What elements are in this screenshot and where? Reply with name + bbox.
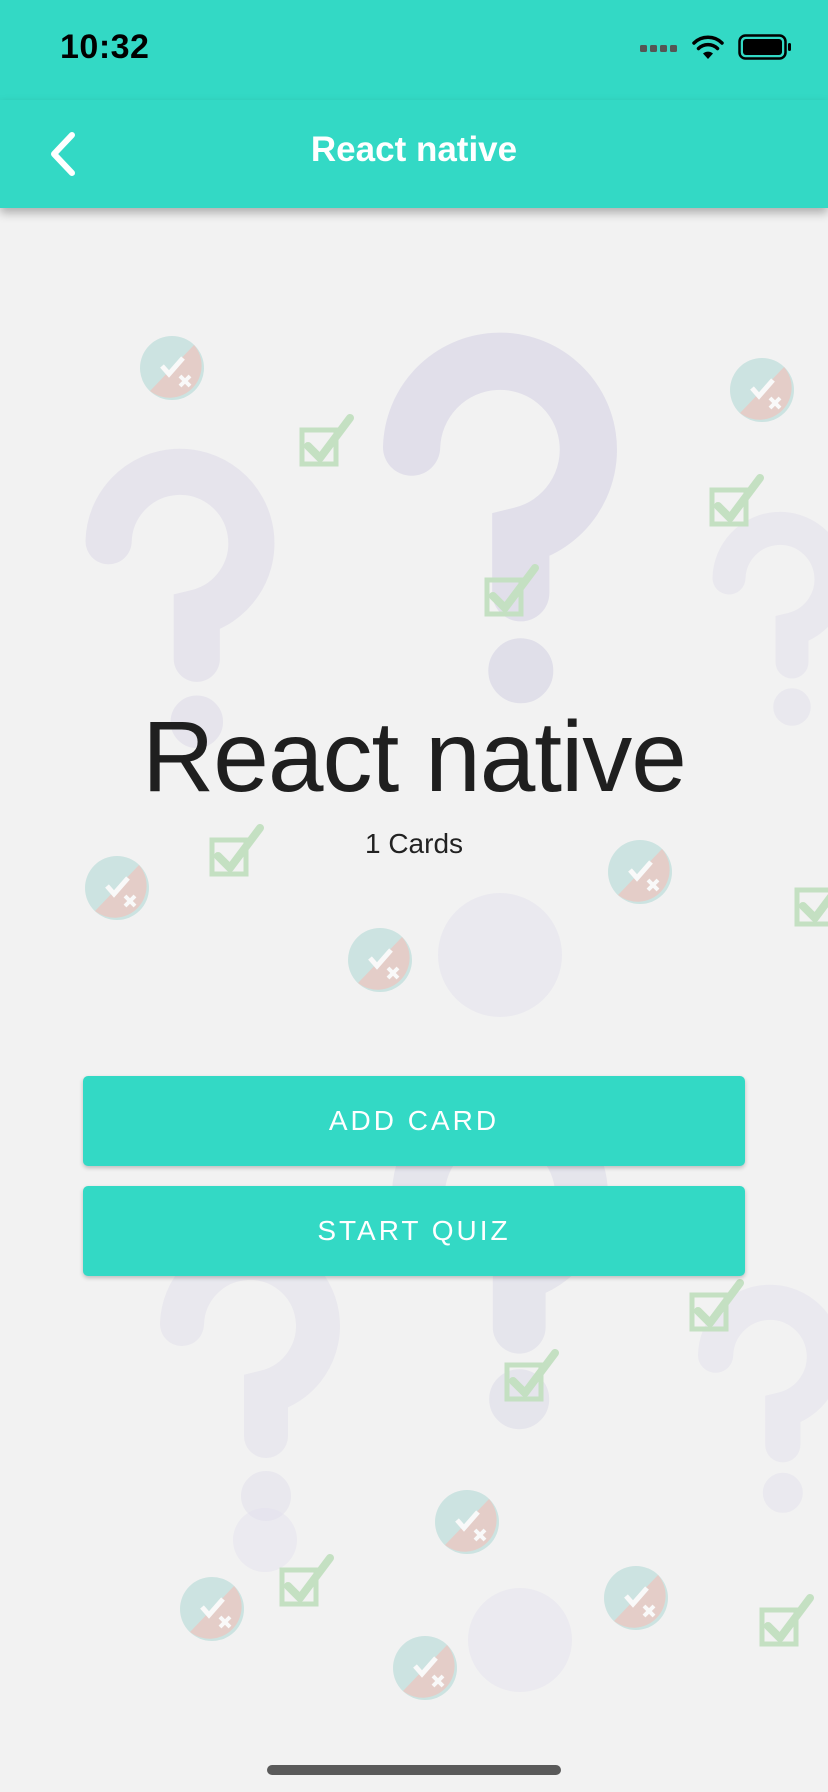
- deck-card-count: 1 Cards: [364, 828, 464, 859]
- wifi-icon: [692, 35, 724, 59]
- home-indicator[interactable]: [267, 1765, 561, 1775]
- start-quiz-button[interactable]: START QUIZ: [83, 1186, 745, 1276]
- background-pattern: [0, 208, 828, 1792]
- status-time: 10:32: [60, 28, 150, 66]
- header-title: React native: [310, 130, 518, 169]
- deck-title: React native: [142, 701, 687, 813]
- add-card-button[interactable]: ADD CARD: [83, 1076, 745, 1166]
- status-icons: [640, 34, 792, 60]
- signal-icon: [640, 45, 677, 52]
- battery-icon: [738, 34, 791, 60]
- status-bar: 10:32: [0, 0, 828, 100]
- header: React native: [0, 100, 828, 208]
